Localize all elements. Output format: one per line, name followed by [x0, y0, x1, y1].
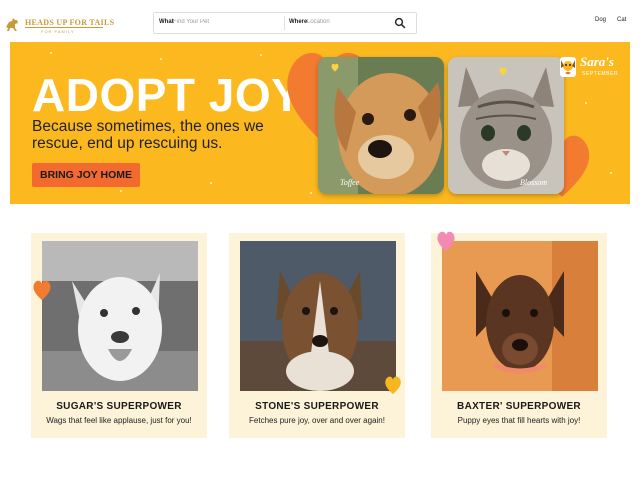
- confetti-dot: [210, 182, 212, 184]
- sugar-photo: [42, 241, 198, 391]
- heart-icon: [33, 280, 51, 300]
- card-description: Fetches pure joy, over and over again!: [249, 416, 385, 425]
- pet-name-toffee: Toffee: [340, 178, 360, 187]
- heart-icon: [331, 63, 339, 72]
- pet-name-blossom: Blossom: [520, 178, 548, 187]
- heart-icon: [437, 231, 455, 251]
- logo-tagline: FOR FAMILY: [41, 29, 75, 34]
- card-description: Puppy eyes that fill hearts with joy!: [457, 416, 581, 425]
- stone-photo: [240, 241, 396, 391]
- superpower-card-sugar[interactable]: SUGAR'S SUPERPOWER Wags that feel like a…: [31, 233, 207, 438]
- search-divider: [284, 16, 285, 30]
- confetti-dot: [260, 54, 262, 56]
- cat-photo: [448, 57, 564, 194]
- confetti-dot: [50, 52, 52, 54]
- badge-title: Sara's: [580, 54, 614, 69]
- heart-icon: [385, 376, 401, 395]
- saras-september-badge: Sara's SEPTEMBER: [558, 54, 624, 84]
- card-title: STONE'S SUPERPOWER: [255, 401, 379, 412]
- nav-cat[interactable]: Cat: [617, 17, 626, 23]
- superpower-card-stone[interactable]: STONE'S SUPERPOWER Fetches pure joy, ove…: [229, 233, 405, 438]
- confetti-dot: [310, 192, 312, 194]
- logo-name: HEADS UP FOR TAILS: [25, 18, 115, 27]
- baxter-photo: [442, 241, 598, 391]
- dog-photo: [318, 57, 444, 194]
- card-description: Wags that feel like applause, just for y…: [46, 416, 192, 425]
- confetti-dot: [585, 102, 587, 104]
- pet-card-blossom[interactable]: Blossom: [448, 57, 564, 194]
- pet-card-toffee[interactable]: Toffee: [318, 57, 444, 194]
- confetti-dot: [120, 190, 122, 192]
- dog-logo-icon: [6, 18, 18, 31]
- heart-icon: [499, 67, 507, 76]
- site-header: HEADS UP FOR TAILS FOR FAMILY What Where…: [0, 0, 640, 42]
- hero-banner: ADOPT JOY Because sometimes, the ones we…: [10, 42, 630, 204]
- superpower-card-baxter[interactable]: BAXTER' SUPERPOWER Puppy eyes that fill …: [431, 231, 607, 438]
- search-icon[interactable]: [394, 17, 406, 29]
- bring-joy-home-button[interactable]: BRING JOY HOME: [32, 163, 140, 187]
- what-label: What: [159, 19, 174, 25]
- where-label: Where: [289, 19, 308, 25]
- site-logo[interactable]: HEADS UP FOR TAILS FOR FAMILY: [4, 15, 114, 37]
- confetti-dot: [610, 172, 612, 174]
- card-title: SUGAR'S SUPERPOWER: [56, 401, 182, 412]
- confetti-dot: [160, 58, 162, 60]
- dog-mascot-icon: [560, 57, 576, 77]
- card-title: BAXTER' SUPERPOWER: [457, 401, 581, 412]
- logo-divider: [25, 27, 103, 28]
- badge-subtitle: SEPTEMBER: [582, 71, 619, 77]
- where-input[interactable]: [307, 19, 397, 25]
- search-bar: What Where: [153, 12, 417, 34]
- banner-title: ADOPT JOY: [32, 69, 303, 121]
- nav-dog[interactable]: Dog: [595, 17, 606, 23]
- what-input[interactable]: [173, 19, 263, 25]
- banner-tagline: Because sometimes, the ones we rescue, e…: [32, 118, 264, 152]
